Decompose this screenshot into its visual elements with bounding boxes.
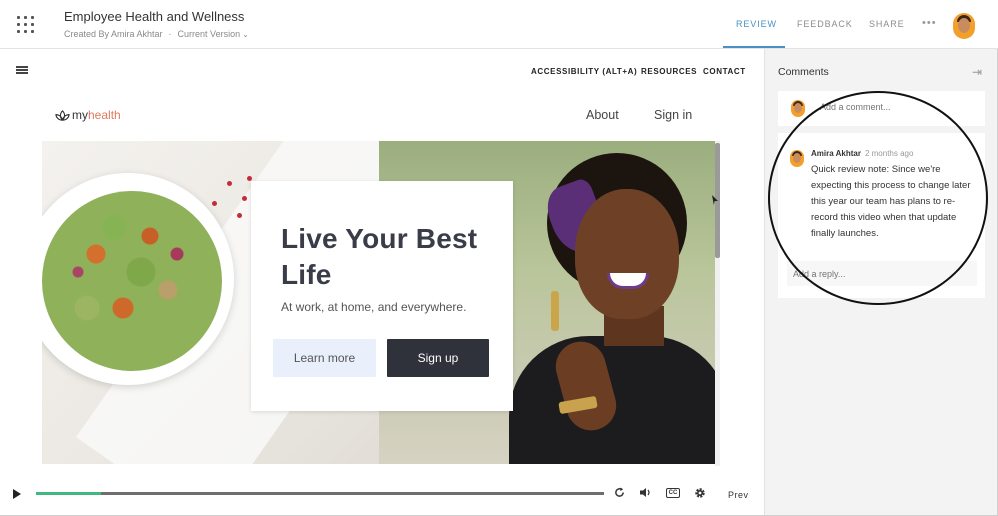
contact-link[interactable]: CONTACT xyxy=(703,67,746,76)
comment-author-name: Amira Akhtar xyxy=(811,149,861,158)
replay-icon[interactable] xyxy=(614,487,625,501)
playback-progress-bar[interactable] xyxy=(36,492,604,495)
lotus-icon xyxy=(55,110,70,122)
apps-grid-icon[interactable] xyxy=(17,16,35,34)
collapse-panel-icon[interactable]: ⇥ xyxy=(972,65,982,79)
hero-subtitle: At work, at home, and everywhere. xyxy=(281,300,467,314)
vertical-scrollbar[interactable] xyxy=(715,141,720,466)
hero-card: Live Your Best Life At work, at home, an… xyxy=(251,181,513,411)
hamburger-menu-icon[interactable] xyxy=(16,66,28,74)
hero-title: Live Your Best Life xyxy=(281,223,478,290)
myhealth-logo[interactable]: myhealth xyxy=(55,108,121,122)
comment-input[interactable] xyxy=(820,102,970,112)
comment-timestamp: 2 months ago xyxy=(864,149,914,158)
course-title: Employee Health and Wellness xyxy=(64,9,245,24)
resources-link[interactable]: RESOURCES xyxy=(641,67,697,76)
active-tab-indicator xyxy=(723,46,785,48)
accessibility-link[interactable]: ACCESSIBILITY (ALT+A) xyxy=(531,67,637,76)
tab-feedback[interactable]: FEEDBACK xyxy=(797,19,853,29)
new-comment-box xyxy=(778,91,985,126)
brand-suffix: health xyxy=(88,108,121,122)
user-avatar[interactable] xyxy=(953,13,975,39)
comments-panel: Comments ⇥ Amira Akhtar2 months ago Quic… xyxy=(764,49,997,515)
comment-author: Amira Akhtar 2 months ago xyxy=(811,149,913,158)
course-subtitle: Created By Amira Akhtar · Current Version ⌄ xyxy=(64,29,249,39)
comment-author-avatar xyxy=(790,150,804,167)
separator: · xyxy=(168,29,172,39)
prev-button[interactable]: Prev xyxy=(728,490,749,500)
commenter-avatar xyxy=(791,100,805,117)
play-icon[interactable] xyxy=(13,489,21,499)
sign-up-button[interactable]: Sign up xyxy=(387,339,489,377)
chevron-down-icon: ⌄ xyxy=(242,30,249,39)
top-bar: Employee Health and Wellness Created By … xyxy=(0,0,998,49)
nav-about[interactable]: About xyxy=(586,108,619,122)
learn-more-button[interactable]: Learn more xyxy=(273,339,376,377)
version-dropdown[interactable]: Current Version ⌄ xyxy=(178,29,249,39)
tab-review[interactable]: REVIEW xyxy=(736,19,777,29)
comment-text: Quick review note: Since we're expecting… xyxy=(811,164,971,239)
created-by: Created By Amira Akhtar xyxy=(64,29,163,39)
settings-gear-icon[interactable] xyxy=(694,487,706,502)
progress-fill xyxy=(36,492,102,495)
comments-title: Comments xyxy=(778,66,829,78)
brand-prefix: my xyxy=(72,108,88,122)
reply-input[interactable] xyxy=(787,261,977,286)
comment-card: Amira Akhtar 2 months ago Quick review no… xyxy=(778,133,985,298)
more-options-icon[interactable]: ••• xyxy=(922,17,937,29)
volume-icon[interactable] xyxy=(640,487,652,501)
version-label: Current Version xyxy=(177,29,241,39)
closed-captions-icon[interactable]: CC xyxy=(666,488,680,498)
nav-sign-in[interactable]: Sign in xyxy=(654,108,692,122)
tab-share[interactable]: SHARE xyxy=(869,19,905,29)
